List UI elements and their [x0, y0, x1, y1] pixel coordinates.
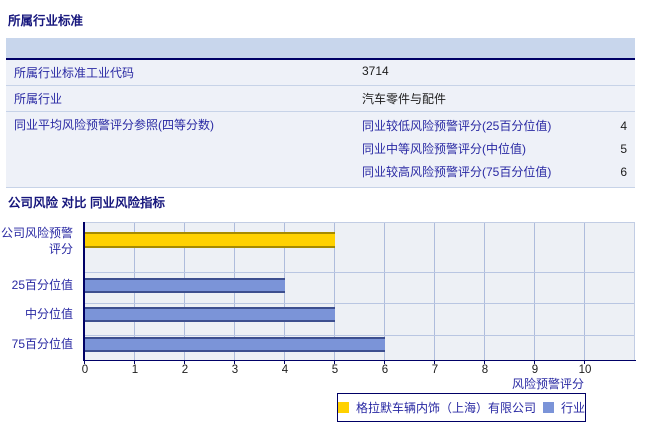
x-axis-tick-label: 7 [431, 364, 439, 376]
sub-row-label: 同业较低风险预警评分(25百分位值) [362, 119, 552, 133]
sub-row-label: 同业较高风险预警评分(75百分位值) [362, 165, 552, 179]
sub-row-value: 4 [620, 118, 627, 133]
row-value-industry-code: 3714 [362, 64, 389, 78]
sub-row-value: 5 [620, 141, 627, 156]
industry-score-bar [85, 307, 335, 322]
sub-row-label: 同业中等风险预警评分(中位值) [362, 142, 526, 156]
industry-legend-swatch [543, 402, 554, 413]
row-label-industry: 所属行业 [14, 92, 63, 106]
sub-row-value: 6 [620, 164, 627, 179]
gridline [484, 223, 485, 360]
company-score-bar [85, 232, 335, 248]
row-value-industry: 汽车零件与配件 [362, 92, 447, 106]
x-axis-tick-label: 9 [531, 364, 539, 376]
industry-score-bar [85, 337, 385, 352]
category-label: 75百分位值 [11, 337, 73, 351]
sub-row-median: 同业中等风险预警评分(中位值) 5 [362, 137, 635, 160]
industry-score-bar [85, 278, 285, 293]
x-axis-tick-label: 2 [181, 364, 189, 376]
chart-x-axis-line [83, 360, 636, 361]
industry-risk-report: { "section1": { "title": "所属行业标准", "tabl… [0, 0, 667, 433]
category-band-separator [85, 303, 634, 304]
category-label: 25百分位值 [11, 278, 73, 292]
table-row: 所属行业标准工业代码 3714 [6, 60, 635, 86]
chart-y-axis-line [83, 222, 85, 361]
industry-legend-label: 行业 [560, 401, 585, 415]
x-axis-tick-label: 4 [281, 364, 289, 376]
sub-row-75th: 同业较高风险预警评分(75百分位值) 6 [362, 160, 635, 183]
row-label-industry-code: 所属行业标准工业代码 [14, 66, 135, 80]
company-legend-swatch [338, 402, 349, 413]
table-row: 所属行业 汽车零件与配件 [6, 86, 635, 112]
peer-score-sub-rows: 同业较低风险预警评分(25百分位值) 4 同业中等风险预警评分(中位值) 5 同… [362, 112, 635, 187]
row-label-peer-average: 同业平均风险预警评分参照(四等分数) [14, 118, 214, 132]
table-header-band [6, 38, 635, 60]
gridline [534, 223, 535, 360]
industry-standard-table: 所属行业标准工业代码 3714 所属行业 汽车零件与配件 同业平均风险预警评分参… [6, 38, 635, 188]
chart-legend: 格拉默车辆内饰（上海）有限公司 行业 [337, 393, 586, 422]
x-axis-tick-label: 3 [231, 364, 239, 376]
x-axis-tick-label: 10 [578, 364, 592, 376]
category-label: 中分位值 [24, 307, 73, 321]
chart-plot-area [85, 222, 635, 360]
category-band-separator [85, 272, 634, 273]
gridline [584, 223, 585, 360]
x-axis-tick-label: 5 [331, 364, 339, 376]
category-label: 公司风险预警评分 [0, 226, 73, 256]
x-axis-tick-label: 6 [381, 364, 389, 376]
gridline [434, 223, 435, 360]
x-axis-tick-label: 1 [131, 364, 139, 376]
x-axis-tick-label: 0 [81, 364, 89, 376]
chart-x-axis-title: 风险预警评分 [511, 377, 584, 391]
table-row: 同业平均风险预警评分参照(四等分数) 同业较低风险预警评分(25百分位值) 4 … [6, 112, 635, 188]
company-legend-label: 格拉默车辆内饰（上海）有限公司 [355, 401, 536, 415]
sub-row-25th: 同业较低风险预警评分(25百分位值) 4 [362, 114, 635, 137]
section-title-risk-comparison: 公司风险 对比 同业风险指标 [8, 196, 165, 210]
category-band-separator [85, 335, 634, 336]
x-axis-tick-label: 8 [481, 364, 489, 376]
section-title-industry-standard: 所属行业标准 [8, 14, 84, 28]
risk-comparison-bar-chart: 风险预警评分 格拉默车辆内饰（上海）有限公司 行业 公司风险预警评分 25百分位值中… [0, 218, 667, 433]
